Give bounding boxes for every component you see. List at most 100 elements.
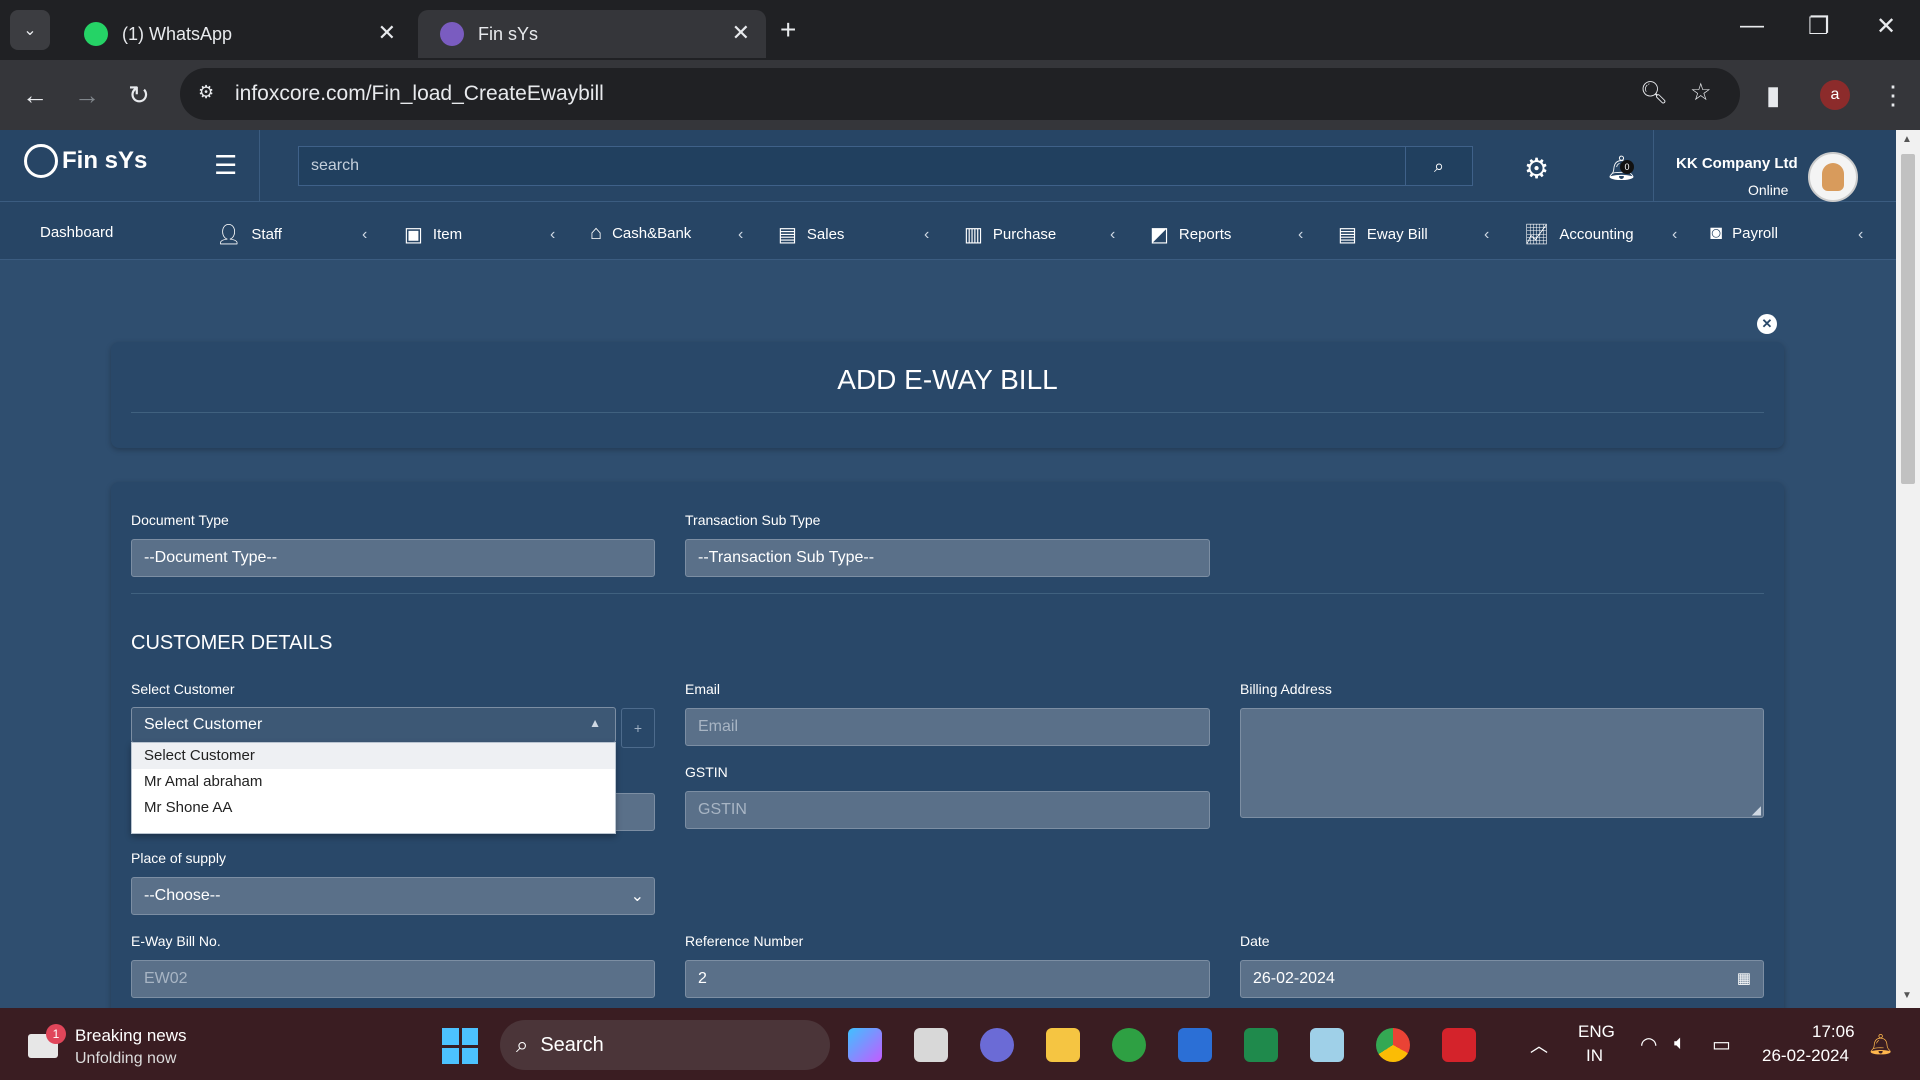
eway-bill-no-field[interactable]: EW02 [131, 960, 655, 998]
photos-icon[interactable] [1310, 1028, 1344, 1062]
scrollbar[interactable]: ▲ ▼ [1896, 130, 1920, 1008]
menu-dots-icon[interactable]: ⋮ [1880, 80, 1906, 111]
divider [259, 130, 260, 202]
gstin-field[interactable]: GSTIN [685, 791, 1210, 829]
email-field[interactable]: Email [685, 708, 1210, 746]
tab-finsys[interactable]: Fin sYs ✕ [418, 10, 766, 58]
clock-time[interactable]: 17:06 [1812, 1022, 1855, 1042]
copilot-icon[interactable] [848, 1028, 882, 1062]
dropdown-option[interactable]: Select Customer [132, 743, 615, 769]
chevron-left-icon[interactable]: ‹ [738, 226, 743, 244]
notification-bell-icon[interactable]: 🔔︎ [1868, 1032, 1893, 1057]
add-customer-button[interactable]: + [621, 708, 655, 748]
close-icon[interactable]: ✕ [732, 20, 750, 46]
scroll-up-icon[interactable]: ▲ [1902, 134, 1912, 145]
chevron-left-icon[interactable]: ‹ [1484, 226, 1489, 244]
tab-whatsapp[interactable]: (1) WhatsApp ✕ [62, 10, 412, 58]
reload-icon[interactable]: ↻ [128, 80, 150, 111]
menu-accounting[interactable]: 📈︎ Accounting [1524, 222, 1634, 247]
transaction-sub-type-select[interactable]: --Transaction Sub Type-- [685, 539, 1210, 577]
dropdown-option[interactable]: Mr Shone AA [132, 795, 615, 821]
close-window-icon[interactable]: ✕ [1876, 12, 1896, 41]
restore-icon[interactable]: ❐ [1808, 12, 1830, 41]
home-icon: ⌂ [590, 222, 603, 244]
back-icon[interactable]: ← [22, 80, 48, 111]
menu-cash-bank[interactable]: ⌂ Cash&Bank [590, 222, 691, 245]
url-field[interactable]: ⚙ infoxcore.com/Fin_load_CreateEwaybill … [180, 68, 1740, 120]
browser-tab-bar: ⌄ (1) WhatsApp ✕ Fin sYs ✕ + — ❐ ✕ [0, 0, 1920, 60]
gstin-label: GSTIN [685, 764, 728, 780]
document-type-label: Document Type [131, 512, 229, 528]
chevron-left-icon[interactable]: ‹ [362, 226, 367, 244]
tab-label: Fin sYs [478, 23, 539, 44]
site-info-icon[interactable]: ⚙ [198, 82, 214, 103]
excel-icon[interactable] [1244, 1028, 1278, 1062]
menu-sales[interactable]: ▤ Sales [778, 222, 844, 247]
menu-dashboard[interactable]: Dashboard [40, 224, 113, 241]
news-widget[interactable]: 1 Breaking news Unfolding now [26, 1022, 226, 1068]
avatar[interactable] [1808, 152, 1858, 202]
xbox-icon[interactable] [1112, 1028, 1146, 1062]
page-title: ADD E-WAY BILL [837, 364, 1058, 395]
logo[interactable]: Fin sYs [24, 144, 147, 178]
calendar-icon[interactable]: ▦ [1737, 969, 1751, 987]
reference-number-label: Reference Number [685, 933, 804, 949]
chevron-left-icon[interactable]: ‹ [1672, 226, 1677, 244]
customer-select[interactable]: Select Customer ▲ [131, 707, 616, 743]
minimize-icon[interactable]: — [1740, 12, 1764, 40]
menu-label: Dashboard [40, 224, 114, 241]
profile-avatar[interactable]: a [1820, 80, 1850, 110]
close-icon[interactable]: ✕ [378, 20, 396, 46]
document-type-select[interactable]: --Document Type-- [131, 539, 655, 577]
close-form-button[interactable]: ✕ [1757, 314, 1777, 334]
wifi-icon[interactable]: ◠ [1640, 1032, 1657, 1057]
date-field[interactable]: 26-02-2024 ▦ [1240, 960, 1764, 998]
zoom-icon[interactable]: 🔍︎ [1640, 80, 1668, 106]
news-badge: 1 [46, 1024, 66, 1044]
reference-number-field[interactable]: 2 [685, 960, 1210, 998]
tab-list-button[interactable]: ⌄ [10, 10, 50, 50]
email-label: Email [685, 681, 721, 697]
start-button[interactable] [442, 1028, 478, 1064]
news-title: Breaking news [75, 1026, 187, 1045]
clock-date[interactable]: 26-02-2024 [1762, 1046, 1849, 1066]
language-top[interactable]: ENG [1578, 1022, 1615, 1042]
dropdown-option[interactable]: Mr Amal abraham [132, 769, 615, 795]
forward-icon[interactable]: → [74, 80, 100, 111]
search-input[interactable]: search [298, 146, 1473, 186]
resize-handle-icon[interactable]: ◢ [1752, 803, 1761, 817]
menu-eway-bill[interactable]: ▤ Eway Bill [1338, 222, 1428, 247]
teams-icon[interactable] [980, 1028, 1014, 1062]
search-button[interactable]: ⌕ [1405, 146, 1473, 186]
scroll-thumb[interactable] [1901, 154, 1915, 484]
chevron-left-icon[interactable]: ‹ [1110, 226, 1115, 244]
menu-purchase[interactable]: ▥ Purchase [964, 222, 1056, 247]
tray-chevron-up-icon[interactable]: ︿ [1530, 1032, 1548, 1058]
scroll-down-icon[interactable]: ▼ [1902, 990, 1912, 1001]
acrobat-icon[interactable] [1442, 1028, 1476, 1062]
status-text: Online [1748, 182, 1789, 198]
chevron-left-icon[interactable]: ‹ [924, 226, 929, 244]
billing-address-textarea[interactable]: ◢ [1240, 708, 1764, 818]
menu-staff[interactable]: 👤︎ Staff [216, 222, 282, 247]
language-bottom[interactable]: IN [1586, 1046, 1603, 1066]
side-panel-icon[interactable]: ▮ [1766, 80, 1780, 111]
menu-item[interactable]: ▣ Item [404, 222, 462, 247]
star-icon[interactable]: ☆ [1690, 78, 1712, 107]
chevron-left-icon[interactable]: ‹ [550, 226, 555, 244]
new-tab-button[interactable]: + [780, 14, 796, 46]
battery-icon[interactable]: ▭ [1712, 1032, 1731, 1057]
task-view-icon[interactable] [914, 1028, 948, 1062]
menu-reports[interactable]: ◩ Reports [1150, 222, 1231, 247]
file-explorer-icon[interactable] [1046, 1028, 1080, 1062]
menu-payroll[interactable]: ◙ Payroll [1710, 222, 1778, 245]
place-of-supply-select[interactable]: --Choose-- ⌄ [131, 877, 655, 915]
word-icon[interactable] [1178, 1028, 1212, 1062]
chevron-left-icon[interactable]: ‹ [1858, 226, 1863, 244]
gear-icon[interactable]: ⚙ [1524, 152, 1549, 185]
chrome-icon[interactable] [1376, 1028, 1410, 1062]
volume-icon[interactable]: 🔈︎ [1674, 1032, 1686, 1055]
taskbar-search[interactable]: ⌕ Search [500, 1020, 830, 1070]
hamburger-icon[interactable]: ☰ [214, 150, 237, 181]
chevron-left-icon[interactable]: ‹ [1298, 226, 1303, 244]
